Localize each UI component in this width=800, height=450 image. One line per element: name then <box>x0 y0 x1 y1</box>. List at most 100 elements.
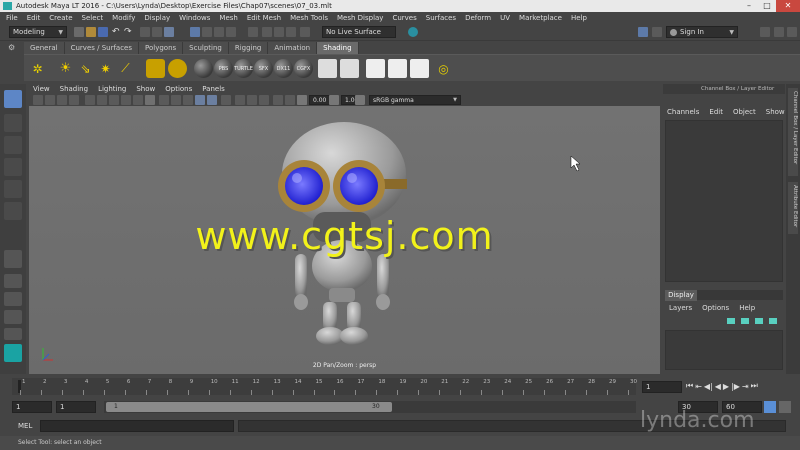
go-to-start-icon[interactable]: ⏮ <box>686 381 693 391</box>
hypershade-shelf-icon[interactable] <box>168 59 187 78</box>
menu-modify[interactable]: Modify <box>112 12 135 24</box>
smooth-shade-icon[interactable] <box>171 95 181 105</box>
shelf-tab-general[interactable]: General <box>24 42 65 54</box>
lock-camera-icon[interactable] <box>69 95 79 105</box>
anti-aliasing-icon[interactable] <box>259 95 269 105</box>
gate-mask-icon[interactable] <box>109 95 119 105</box>
shelf-tab-animation[interactable]: Animation <box>268 42 318 54</box>
layer-move-down-icon[interactable] <box>741 318 749 324</box>
menu-windows[interactable]: Windows <box>179 12 210 24</box>
select-hierarchy-icon[interactable] <box>140 27 150 37</box>
use-all-lights-icon[interactable] <box>207 95 217 105</box>
shelf-tab-sculpting[interactable]: Sculpting <box>183 42 229 54</box>
play-backwards-icon[interactable]: ◀ <box>715 382 721 391</box>
menu-display[interactable]: Display <box>144 12 170 24</box>
close-button[interactable]: ✕ <box>776 0 800 12</box>
rotate-tool-icon[interactable] <box>4 180 22 198</box>
mel-input[interactable] <box>40 420 234 432</box>
playback-start-field[interactable]: 1 <box>56 401 96 413</box>
field-chart-icon[interactable] <box>121 95 131 105</box>
viewport-menu-panels[interactable]: Panels <box>202 84 225 94</box>
menu-edit[interactable]: Edit <box>27 12 41 24</box>
history-icon[interactable] <box>248 27 258 37</box>
directional-light-icon[interactable]: ⇘ <box>76 59 95 78</box>
menu-file[interactable]: File <box>6 12 18 24</box>
isolate-select-icon[interactable] <box>273 95 283 105</box>
safe-action-icon[interactable] <box>133 95 143 105</box>
menu-select[interactable]: Select <box>82 12 104 24</box>
film-gate-icon[interactable] <box>85 95 95 105</box>
menu-help[interactable]: Help <box>571 12 587 24</box>
menu-mesh-tools[interactable]: Mesh Tools <box>290 12 328 24</box>
go-to-end-icon[interactable]: ⏭ <box>751 381 758 391</box>
resolution-gate-icon[interactable] <box>97 95 107 105</box>
spot-light-icon[interactable]: ⟋ <box>116 59 135 78</box>
render-current-icon[interactable] <box>262 27 272 37</box>
save-scene-icon[interactable] <box>98 27 108 37</box>
texture-icon[interactable] <box>410 59 429 78</box>
two-view-layout-icon[interactable] <box>4 292 22 306</box>
animation-preferences-icon[interactable] <box>779 401 791 413</box>
bake-icon[interactable]: ◎ <box>434 59 453 78</box>
animation-start-field[interactable]: 1 <box>12 401 52 413</box>
sign-in-dropdown[interactable]: Sign In ▼ <box>666 26 738 38</box>
perspective-viewport[interactable]: www.cgtsj.com 2D Pan/Zoom : persp <box>29 106 660 374</box>
workspace-dropdown[interactable]: Modeling ▼ <box>9 26 67 38</box>
open-scene-icon[interactable] <box>86 27 96 37</box>
menu-marketplace[interactable]: Marketplace <box>519 12 562 24</box>
viewport-menu-lighting[interactable]: Lighting <box>98 84 126 94</box>
undo-icon[interactable]: ↶ <box>112 27 122 37</box>
wireframe-on-shaded-icon[interactable] <box>183 95 193 105</box>
play-forwards-icon[interactable]: ▶ <box>723 382 729 391</box>
snap-to-view-icon[interactable] <box>226 27 236 37</box>
layer-list[interactable] <box>665 330 783 370</box>
viewport-menu-shading[interactable]: Shading <box>60 84 88 94</box>
mel-label[interactable]: MEL <box>18 422 32 430</box>
menu-edit-mesh[interactable]: Edit Mesh <box>247 12 281 24</box>
time-slider[interactable]: 1 2 3 4 5 6 7 8 9 10 11 12 13 14 15 16 17 18 19 20 21 22 23 24 2… <box>12 378 637 395</box>
auto-key-icon[interactable] <box>764 401 776 413</box>
dice-icon[interactable] <box>366 59 385 78</box>
channel-box-side-tab[interactable]: Channel Box / Layer Editor <box>788 88 798 176</box>
mode-toggle-icon[interactable] <box>638 27 648 37</box>
maya-lt-logo-icon[interactable] <box>4 344 22 362</box>
step-back-key-icon[interactable]: ⇤ <box>695 382 702 391</box>
shelf-tab-rigging[interactable]: Rigging <box>228 42 269 54</box>
lasso-tool-icon[interactable] <box>4 114 22 132</box>
xray-icon[interactable] <box>285 95 295 105</box>
attribute-editor-side-tab[interactable]: Attribute Editor <box>788 182 798 234</box>
range-slider-handle[interactable] <box>106 402 392 412</box>
checker-icon[interactable] <box>388 59 407 78</box>
color-management-icon[interactable] <box>355 95 365 105</box>
select-object-icon[interactable] <box>152 27 162 37</box>
shelf-gear-icon[interactable]: ⚙ <box>8 43 20 53</box>
four-view-layout-icon[interactable] <box>4 274 22 288</box>
ipr-render-icon[interactable] <box>274 27 284 37</box>
layer-menu-options[interactable]: Options <box>702 304 729 312</box>
new-layer-icon[interactable] <box>755 318 763 324</box>
menu-uv[interactable]: UV <box>500 12 510 24</box>
sfx-shader-icon[interactable]: SFX <box>254 59 273 78</box>
channel-box-menu-show[interactable]: Show <box>766 108 785 116</box>
channel-box-menu-object[interactable]: Object <box>733 108 756 116</box>
maximize-button[interactable]: □ <box>758 0 776 12</box>
current-frame-field[interactable]: 1 <box>642 381 682 393</box>
step-forward-key-icon[interactable]: ⇥ <box>742 382 749 391</box>
layer-move-up-icon[interactable] <box>727 318 735 324</box>
ambient-occlusion-icon[interactable] <box>235 95 245 105</box>
channel-box-menu-edit[interactable]: Edit <box>709 108 723 116</box>
pbs-shader-icon[interactable]: PBS <box>214 59 233 78</box>
shelf-tab-shading[interactable]: Shading <box>317 42 359 54</box>
scale-tool-icon[interactable] <box>4 202 22 220</box>
grid-icon[interactable] <box>145 95 155 105</box>
clapper-icon[interactable] <box>318 59 337 78</box>
paint-select-tool-icon[interactable] <box>4 136 22 154</box>
viewport-menu-options[interactable]: Options <box>165 84 192 94</box>
menu-deform[interactable]: Deform <box>465 12 491 24</box>
exposure-icon[interactable] <box>297 95 307 105</box>
shelf-tab-curves-surfaces[interactable]: Curves / Surfaces <box>64 42 140 54</box>
point-light-icon[interactable]: ✷ <box>96 59 115 78</box>
lambert-icon[interactable]: ✲ <box>28 59 47 78</box>
wireframe-icon[interactable] <box>159 95 169 105</box>
snap-to-grid-icon[interactable] <box>190 27 200 37</box>
